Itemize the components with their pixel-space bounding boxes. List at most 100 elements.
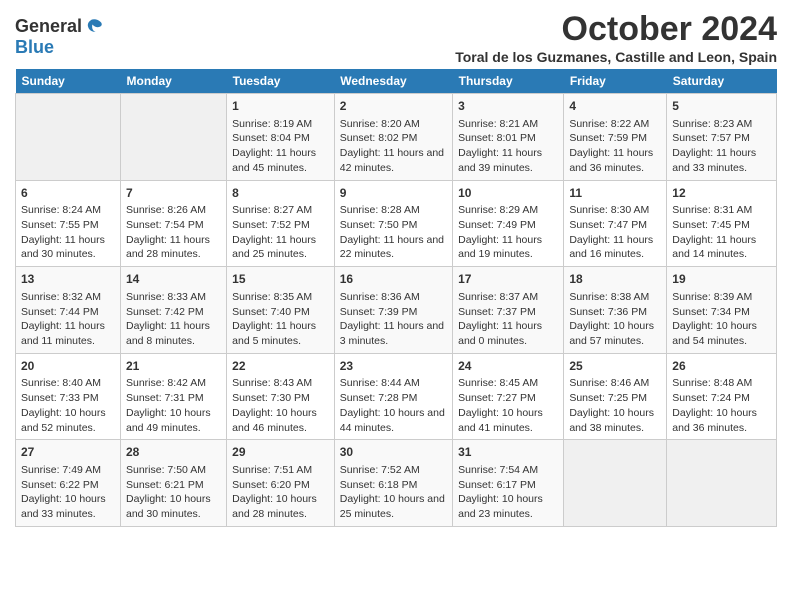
day-number: 6: [21, 185, 115, 202]
day-number: 13: [21, 271, 115, 288]
cell-content: Sunrise: 7:49 AMSunset: 6:22 PMDaylight:…: [21, 463, 115, 522]
cell-content: Sunrise: 8:48 AMSunset: 7:24 PMDaylight:…: [672, 376, 771, 435]
calendar-cell: 20Sunrise: 8:40 AMSunset: 7:33 PMDayligh…: [16, 353, 121, 440]
day-number: 12: [672, 185, 771, 202]
week-row-1: 1 Sunrise: 8:19 AMSunset: 8:04 PMDaylight…: [16, 94, 777, 181]
day-number: 28: [126, 444, 221, 461]
day-number: 3: [458, 98, 558, 115]
calendar-cell: 2 Sunrise: 8:20 AMSunset: 8:02 PMDaylight…: [334, 94, 452, 181]
calendar-body: 1 Sunrise: 8:19 AMSunset: 8:04 PMDaylight…: [16, 94, 777, 527]
cell-content: Sunrise: 8:24 AMSunset: 7:55 PMDaylight:…: [21, 203, 115, 262]
calendar-cell: 26Sunrise: 8:48 AMSunset: 7:24 PMDayligh…: [667, 353, 777, 440]
calendar-cell: 9Sunrise: 8:28 AMSunset: 7:50 PMDaylight…: [334, 180, 452, 267]
logo-blue-text: Blue: [15, 37, 54, 58]
calendar-cell: [121, 94, 227, 181]
calendar-cell: 14 Sunrise: 8:33 AMSunset: 7:42 PMDayligh…: [121, 267, 227, 354]
day-number: 17: [458, 271, 558, 288]
day-number: 4: [569, 98, 661, 115]
cell-content: Sunrise: 8:38 AMSunset: 7:36 PMDaylight:…: [569, 290, 661, 349]
day-number: 21: [126, 358, 221, 375]
day-number: 1: [232, 98, 329, 115]
cell-content: Sunrise: 7:54 AMSunset: 6:17 PMDaylight:…: [458, 463, 558, 522]
day-number: 8: [232, 185, 329, 202]
calendar-cell: 17 Sunrise: 8:37 AMSunset: 7:37 PMDayligh…: [453, 267, 564, 354]
day-number: 7: [126, 185, 221, 202]
cell-content: Sunrise: 8:30 AMSunset: 7:47 PMDaylight:…: [569, 203, 661, 262]
header-day-monday: Monday: [121, 69, 227, 94]
cell-content: Sunrise: 8:37 AMSunset: 7:37 PMDaylight:…: [458, 290, 558, 349]
day-number: 31: [458, 444, 558, 461]
cell-content: Sunrise: 8:45 AMSunset: 7:27 PMDaylight:…: [458, 376, 558, 435]
calendar-cell: 15Sunrise: 8:35 AMSunset: 7:40 PMDayligh…: [227, 267, 335, 354]
calendar-cell: [564, 440, 667, 527]
page-header: General Blue October 2024 Toral de los G…: [15, 10, 777, 65]
calendar-cell: 25Sunrise: 8:46 AMSunset: 7:25 PMDayligh…: [564, 353, 667, 440]
week-row-4: 20Sunrise: 8:40 AMSunset: 7:33 PMDayligh…: [16, 353, 777, 440]
day-number: 16: [340, 271, 447, 288]
day-number: 27: [21, 444, 115, 461]
cell-content: Sunrise: 8:43 AMSunset: 7:30 PMDaylight:…: [232, 376, 329, 435]
day-number: 14: [126, 271, 221, 288]
cell-content: Sunrise: 8:23 AMSunset: 7:57 PMDaylight:…: [672, 117, 771, 176]
calendar-cell: 21Sunrise: 8:42 AMSunset: 7:31 PMDayligh…: [121, 353, 227, 440]
cell-content: Sunrise: 7:52 AMSunset: 6:18 PMDaylight:…: [340, 463, 447, 522]
day-number: 18: [569, 271, 661, 288]
cell-content: Sunrise: 8:29 AMSunset: 7:49 PMDaylight:…: [458, 203, 558, 262]
cell-content: Sunrise: 8:36 AMSunset: 7:39 PMDaylight:…: [340, 290, 447, 349]
main-title: October 2024: [455, 10, 777, 49]
week-row-2: 6Sunrise: 8:24 AMSunset: 7:55 PMDaylight…: [16, 180, 777, 267]
cell-content: Sunrise: 8:44 AMSunset: 7:28 PMDaylight:…: [340, 376, 447, 435]
cell-content: Sunrise: 8:33 AMSunset: 7:42 PMDaylight:…: [126, 290, 221, 349]
header-day-wednesday: Wednesday: [334, 69, 452, 94]
calendar-cell: 8Sunrise: 8:27 AMSunset: 7:52 PMDaylight…: [227, 180, 335, 267]
cell-content: Sunrise: 8:20 AMSunset: 8:02 PMDaylight:…: [340, 117, 447, 176]
calendar-cell: 29 Sunrise: 7:51 AMSunset: 6:20 PMDayligh…: [227, 440, 335, 527]
calendar-cell: 6Sunrise: 8:24 AMSunset: 7:55 PMDaylight…: [16, 180, 121, 267]
day-number: 26: [672, 358, 771, 375]
calendar-cell: 12Sunrise: 8:31 AMSunset: 7:45 PMDayligh…: [667, 180, 777, 267]
day-number: 20: [21, 358, 115, 375]
week-row-3: 13 Sunrise: 8:32 AMSunset: 7:44 PMDayligh…: [16, 267, 777, 354]
cell-content: Sunrise: 8:19 AMSunset: 8:04 PMDaylight:…: [232, 117, 329, 176]
calendar-cell: 16 Sunrise: 8:36 AMSunset: 7:39 PMDayligh…: [334, 267, 452, 354]
calendar-cell: 10Sunrise: 8:29 AMSunset: 7:49 PMDayligh…: [453, 180, 564, 267]
day-number: 24: [458, 358, 558, 375]
day-number: 5: [672, 98, 771, 115]
cell-content: Sunrise: 8:27 AMSunset: 7:52 PMDaylight:…: [232, 203, 329, 262]
cell-content: Sunrise: 8:35 AMSunset: 7:40 PMDaylight:…: [232, 290, 329, 349]
calendar-header: SundayMondayTuesdayWednesdayThursdayFrid…: [16, 69, 777, 94]
calendar-cell: 31 Sunrise: 7:54 AMSunset: 6:17 PMDayligh…: [453, 440, 564, 527]
cell-content: Sunrise: 8:21 AMSunset: 8:01 PMDaylight:…: [458, 117, 558, 176]
calendar-cell: 30 Sunrise: 7:52 AMSunset: 6:18 PMDayligh…: [334, 440, 452, 527]
day-number: 2: [340, 98, 447, 115]
day-number: 30: [340, 444, 447, 461]
cell-content: Sunrise: 8:28 AMSunset: 7:50 PMDaylight:…: [340, 203, 447, 262]
header-day-friday: Friday: [564, 69, 667, 94]
cell-content: Sunrise: 8:26 AMSunset: 7:54 PMDaylight:…: [126, 203, 221, 262]
cell-content: Sunrise: 8:32 AMSunset: 7:44 PMDaylight:…: [21, 290, 115, 349]
cell-content: Sunrise: 8:42 AMSunset: 7:31 PMDaylight:…: [126, 376, 221, 435]
day-number: 10: [458, 185, 558, 202]
header-day-sunday: Sunday: [16, 69, 121, 94]
week-row-5: 27 Sunrise: 7:49 AMSunset: 6:22 PMDayligh…: [16, 440, 777, 527]
header-day-saturday: Saturday: [667, 69, 777, 94]
day-number: 25: [569, 358, 661, 375]
header-row: SundayMondayTuesdayWednesdayThursdayFrid…: [16, 69, 777, 94]
day-number: 29: [232, 444, 329, 461]
calendar-cell: [16, 94, 121, 181]
calendar-table: SundayMondayTuesdayWednesdayThursdayFrid…: [15, 69, 777, 527]
calendar-cell: 27 Sunrise: 7:49 AMSunset: 6:22 PMDayligh…: [16, 440, 121, 527]
calendar-cell: 22Sunrise: 8:43 AMSunset: 7:30 PMDayligh…: [227, 353, 335, 440]
day-number: 19: [672, 271, 771, 288]
calendar-cell: 28Sunrise: 7:50 AMSunset: 6:21 PMDayligh…: [121, 440, 227, 527]
day-number: 9: [340, 185, 447, 202]
logo-general-text: General: [15, 16, 82, 37]
calendar-cell: 1 Sunrise: 8:19 AMSunset: 8:04 PMDaylight…: [227, 94, 335, 181]
cell-content: Sunrise: 8:22 AMSunset: 7:59 PMDaylight:…: [569, 117, 661, 176]
cell-content: Sunrise: 8:39 AMSunset: 7:34 PMDaylight:…: [672, 290, 771, 349]
calendar-cell: 4 Sunrise: 8:22 AMSunset: 7:59 PMDaylight…: [564, 94, 667, 181]
logo: General Blue: [15, 16, 104, 58]
calendar-cell: 5 Sunrise: 8:23 AMSunset: 7:57 PMDaylight…: [667, 94, 777, 181]
day-number: 23: [340, 358, 447, 375]
cell-content: Sunrise: 7:51 AMSunset: 6:20 PMDaylight:…: [232, 463, 329, 522]
